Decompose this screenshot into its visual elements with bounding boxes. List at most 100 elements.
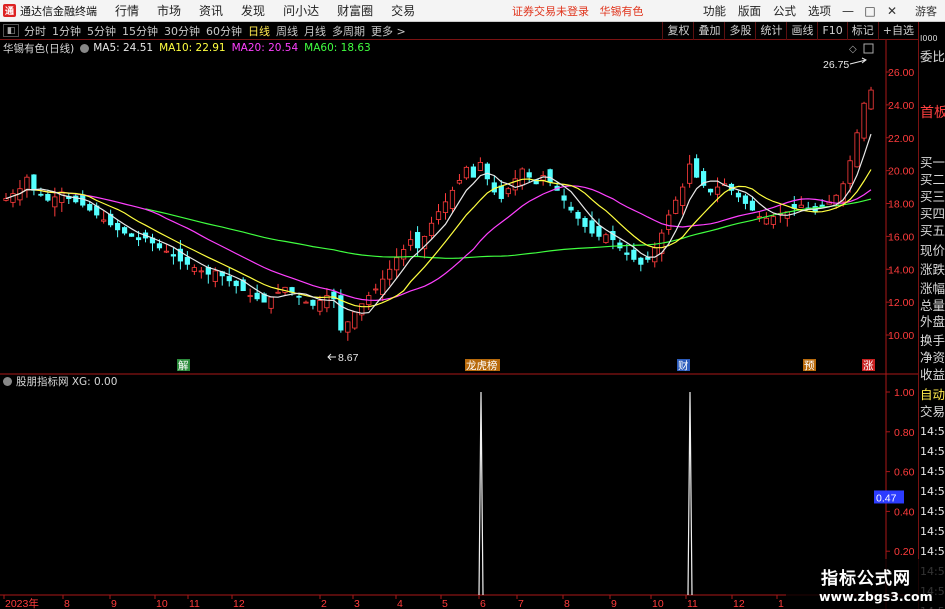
menu-discover[interactable]: 发现	[232, 2, 274, 19]
candle-body	[275, 291, 281, 294]
menu-trade[interactable]: 交易	[382, 2, 424, 19]
menu-functions[interactable]: 功能	[697, 3, 732, 19]
menu-quotes[interactable]: 行情	[106, 2, 148, 19]
period-monthly[interactable]: 月线	[301, 23, 329, 39]
candle-body	[868, 89, 874, 110]
indicator-tick-label: 0.40	[894, 506, 915, 518]
price-tick-label: 26.00	[888, 67, 914, 79]
menu-ask[interactable]: 问小达	[274, 2, 328, 19]
time-tick-label: 7	[518, 598, 524, 609]
candle-body	[449, 189, 456, 209]
candle-body	[707, 188, 714, 193]
minimize-button[interactable]: —	[837, 4, 859, 18]
candle-body	[317, 300, 323, 312]
candle-body	[694, 158, 700, 178]
price-tick-label: 12.00	[888, 297, 914, 309]
tool-overlay[interactable]: 叠加	[693, 22, 724, 40]
high-price-label: 26.75	[823, 59, 849, 71]
candle-body	[568, 206, 574, 211]
diamond-icon: ◇	[849, 44, 857, 55]
candle-body	[428, 222, 435, 236]
candle-body	[666, 214, 672, 230]
tool-f10[interactable]: F10	[817, 22, 846, 40]
xg-signal-spike	[478, 391, 484, 596]
candle-body	[226, 276, 232, 282]
menu-wealth[interactable]: 财富圈	[328, 2, 382, 19]
candle-body	[310, 299, 316, 306]
candle-body	[470, 166, 476, 178]
menu-news[interactable]: 资讯	[190, 2, 232, 19]
time-tick-label: 9	[111, 598, 117, 609]
candle-body	[3, 198, 9, 201]
period-more[interactable]: 更多 >	[368, 23, 409, 39]
candle-body	[296, 295, 302, 298]
indicator-settings-icon[interactable]	[3, 377, 12, 386]
candle-body	[603, 234, 609, 243]
time-tick-label: 9	[611, 598, 617, 609]
candle-body	[463, 166, 470, 179]
candle-body	[687, 163, 693, 184]
time-tick-label: 3	[354, 598, 360, 609]
candle-body	[854, 132, 860, 168]
candle-body	[303, 301, 309, 304]
stock-period-label: 华锡有色(日线)	[3, 42, 75, 55]
period-multi[interactable]: 多周期	[329, 23, 368, 39]
candle-body	[456, 180, 463, 184]
candle-body	[680, 186, 686, 206]
period-5min[interactable]: 5分钟	[84, 23, 119, 39]
login-notice[interactable]: 证券交易未登录 华锡有色	[512, 3, 644, 19]
app-logo-icon: 通	[3, 4, 16, 17]
menu-options[interactable]: 选项	[802, 3, 837, 19]
price-tick-label: 22.00	[888, 133, 914, 145]
candle-body	[31, 174, 37, 191]
period-weekly[interactable]: 周线	[273, 23, 301, 39]
candle-body	[24, 176, 30, 191]
candle-body	[73, 195, 79, 203]
ma10-line	[12, 169, 872, 308]
period-daily[interactable]: 日线	[245, 23, 273, 39]
watermark-url: www.zbgs3.com	[819, 589, 933, 604]
candle-body	[673, 199, 679, 214]
maximize-button[interactable]: □	[859, 4, 881, 18]
price-tick-label: 24.00	[888, 100, 914, 112]
settings-circle-icon[interactable]	[80, 43, 90, 53]
guest-user[interactable]: 游客	[903, 3, 945, 19]
candle-body	[163, 250, 170, 253]
tool-draw-line[interactable]: 画线	[786, 22, 817, 40]
period-60min[interactable]: 60分钟	[203, 23, 245, 39]
panel-marker: I000	[920, 34, 938, 43]
period-1min[interactable]: 1分钟	[49, 23, 84, 39]
expand-icon	[863, 43, 874, 54]
menu-layout[interactable]: 版面	[732, 3, 767, 19]
candle-body	[582, 218, 588, 227]
candle-body	[233, 280, 239, 287]
candle-body	[373, 288, 379, 291]
candle-body	[575, 211, 581, 219]
period-intraday[interactable]: 分时	[21, 23, 49, 39]
menu-market[interactable]: 市场	[148, 2, 190, 19]
tool-add-watchlist[interactable]: +自选	[877, 22, 918, 40]
time-tick-label: 10	[652, 598, 664, 609]
current-stock-name: 华锡有色	[599, 4, 644, 18]
watermark-title: 指标公式网	[821, 569, 911, 589]
tool-adjust[interactable]: 复权	[662, 22, 693, 40]
candle-body	[345, 321, 351, 333]
candle-body	[547, 169, 553, 183]
candle-body	[652, 247, 658, 263]
tool-statistics[interactable]: 统计	[755, 22, 786, 40]
tool-marker[interactable]: 标记	[846, 22, 878, 40]
candle-body	[268, 296, 274, 309]
candle-body	[519, 168, 525, 186]
close-button[interactable]: ✕	[881, 4, 903, 18]
kline-chart[interactable]: 26.758.67解 龙虎榜财预涨◇ 26.0024.0022.0020.0018…	[0, 40, 918, 609]
period-15min[interactable]: 15分钟	[119, 23, 161, 39]
candle-body	[624, 252, 630, 255]
menu-formula[interactable]: 公式	[767, 3, 802, 19]
candle-body	[128, 233, 135, 237]
period-30min[interactable]: 30分钟	[161, 23, 203, 39]
candle-body	[645, 257, 651, 260]
panel-toggle-icon[interactable]: ◧	[3, 24, 19, 37]
tool-multi-stock[interactable]: 多股	[724, 22, 755, 40]
panel-item-14: 收益	[920, 367, 945, 382]
candle-body	[135, 237, 142, 241]
